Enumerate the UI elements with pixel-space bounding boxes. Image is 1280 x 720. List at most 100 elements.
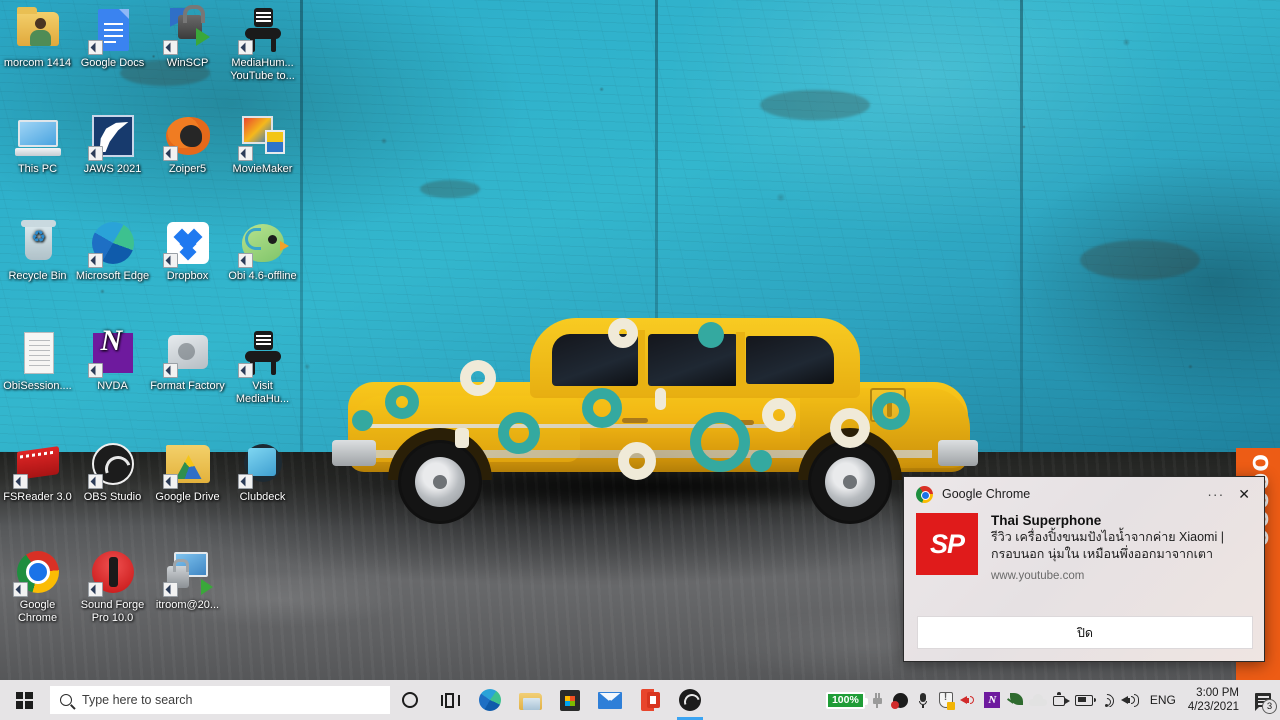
desktop-icon-morcom-1414[interactable]: morcom 1414 <box>0 6 75 70</box>
desktop-icon-obisession-file[interactable]: ObiSession.... <box>0 329 75 393</box>
desktop-icon-microsoft-edge[interactable]: Microsoft Edge <box>75 219 150 283</box>
taskbar-file-explorer[interactable] <box>510 680 550 720</box>
chrome-icon <box>12 548 62 597</box>
icon-label: ObiSession.... <box>3 380 72 392</box>
onedrive-cloud-icon[interactable] <box>1027 680 1050 720</box>
camera-icon[interactable] <box>1050 680 1073 720</box>
obi-icon <box>237 219 289 268</box>
car-pillar <box>638 330 645 388</box>
taskbar-microsoft-store[interactable] <box>550 680 590 720</box>
desktop-icon-winscp[interactable]: WinSCP <box>150 5 225 70</box>
desktop-icon-google-chrome[interactable]: Google Chrome <box>0 548 75 624</box>
zoiper-icon <box>162 112 212 161</box>
desktop-icon-visit-mediahuman[interactable]: Visit MediaHu... <box>225 329 300 405</box>
file-explorer-icon <box>518 691 542 710</box>
microphone-icon[interactable] <box>912 680 935 720</box>
shortcut-arrow-icon <box>237 146 253 161</box>
obs-studio-icon <box>87 440 137 489</box>
task-view-icon <box>440 692 460 708</box>
shortcut-arrow-icon <box>12 474 28 489</box>
taskbar-edge[interactable] <box>470 680 510 720</box>
toast-source-url: www.youtube.com <box>991 570 1085 582</box>
desktop-icon-fsreader-30[interactable]: FSReader 3.0 <box>0 440 75 504</box>
desktop-icon-zoiper5[interactable]: Zoiper5 <box>150 112 225 176</box>
desktop-icon-format-factory[interactable]: Format Factory <box>150 329 225 393</box>
icon-label: FSReader 3.0 <box>3 491 72 503</box>
desktop-icon-itroom-rdp[interactable]: itroom@20... <box>150 548 225 612</box>
wall-seam <box>1020 0 1023 470</box>
folder-icon <box>14 6 62 54</box>
close-icon[interactable]: ✕ <box>1232 486 1256 503</box>
search-placeholder: Type here to search <box>82 693 193 707</box>
task-view-button[interactable] <box>430 680 470 720</box>
car-ring <box>582 388 622 428</box>
desktop-icon-sound-forge-pro-100[interactable]: Sound Forge Pro 10.0 <box>75 548 150 624</box>
car-ring <box>385 385 419 419</box>
clock[interactable]: 3:00 PM 4/23/2021 <box>1184 686 1248 714</box>
taskbar: Type here to search 100% ! N ENG 3:00 PM… <box>0 680 1280 720</box>
desktop-icon-recycle-bin[interactable]: Recycle Bin <box>0 219 75 283</box>
desktop-icon-moviemaker[interactable]: MovieMaker <box>225 112 300 176</box>
search-input[interactable]: Type here to search <box>50 686 390 714</box>
action-center-button[interactable]: 3 <box>1248 680 1278 720</box>
shortcut-arrow-icon <box>87 253 103 268</box>
toast-title: Thai Superphone <box>991 513 1102 528</box>
chrome-notification-toast[interactable]: Google Chrome ··· ✕ SP Thai Superphone ร… <box>903 476 1265 662</box>
desktop-icon-google-docs[interactable]: Google Docs <box>75 6 150 70</box>
desktop-icon-mediahuman-youtube-to[interactable]: MediaHum... YouTube to... <box>225 6 300 82</box>
car-wheel <box>808 440 892 524</box>
desktop-icon-google-drive[interactable]: Google Drive <box>150 440 225 504</box>
leaf-icon[interactable] <box>1004 680 1027 720</box>
battery-tray-icon[interactable] <box>1073 680 1097 720</box>
desktop-icon-this-pc[interactable]: This PC <box>0 112 75 176</box>
icon-label: Google Drive <box>155 491 220 503</box>
taskbar-mail[interactable] <box>590 680 630 720</box>
clubdeck-icon <box>237 440 287 489</box>
language-indicator[interactable]: ENG <box>1142 693 1184 707</box>
nvda-icon <box>87 329 137 378</box>
car-ring <box>618 442 656 480</box>
toast-body: SP Thai Superphone รีวิว เครื่องปิ้งขนมป… <box>904 511 1264 582</box>
car-mark <box>655 388 666 410</box>
icon-label: Format Factory <box>150 380 225 392</box>
nvda-tray-icon[interactable]: N <box>981 680 1004 720</box>
icon-label: This PC <box>17 163 58 175</box>
desktop-icon-nvda[interactable]: NVDA <box>75 329 150 393</box>
mediahuman-icon <box>237 6 287 55</box>
shortcut-arrow-icon <box>162 363 178 378</box>
battery-percent-badge[interactable]: 100% <box>825 691 868 709</box>
security-shield-icon[interactable] <box>935 680 958 720</box>
toast-close-button[interactable]: ปิด <box>917 616 1253 649</box>
icon-label: JAWS 2021 <box>83 163 142 175</box>
power-plug-icon[interactable] <box>866 680 889 720</box>
shortcut-arrow-icon <box>237 363 253 378</box>
desktop-icon-obi-46-offline[interactable]: Obi 4.6-offline <box>225 219 300 283</box>
google-docs-icon <box>87 6 137 55</box>
toast-header: Google Chrome ··· ✕ <box>904 477 1264 511</box>
office-icon <box>640 689 660 711</box>
toast-thumbnail: SP <box>916 513 978 575</box>
car-ring <box>498 412 540 454</box>
cortana-button[interactable] <box>390 680 430 720</box>
desktop-icon-jaws-2021[interactable]: JAWS 2021 <box>75 112 150 176</box>
car-bumper <box>332 440 376 466</box>
shortcut-arrow-icon <box>12 582 28 597</box>
volume-red-icon[interactable] <box>958 680 981 720</box>
obs-tray-icon[interactable] <box>889 680 912 720</box>
shortcut-arrow-icon <box>237 40 253 55</box>
mediahuman-icon <box>237 329 287 378</box>
desktop-icon-clubdeck[interactable]: Clubdeck <box>225 440 300 504</box>
wifi-icon[interactable] <box>1096 680 1119 720</box>
volume-icon[interactable] <box>1119 680 1142 720</box>
taskbar-obs-studio[interactable] <box>670 680 710 720</box>
desktop-icon-obs-studio[interactable]: OBS Studio <box>75 440 150 504</box>
shortcut-arrow-icon <box>162 582 178 597</box>
icon-label: Sound Forge Pro 10.0 <box>80 599 145 624</box>
moviemaker-icon <box>237 112 287 161</box>
desktop-icon-dropbox[interactable]: Dropbox <box>150 219 225 283</box>
microsoft-store-icon <box>560 689 580 711</box>
taskbar-office[interactable] <box>630 680 670 720</box>
start-button[interactable] <box>0 680 48 720</box>
wall-seam <box>300 0 303 470</box>
toast-more-options-button[interactable]: ··· <box>1199 486 1232 502</box>
